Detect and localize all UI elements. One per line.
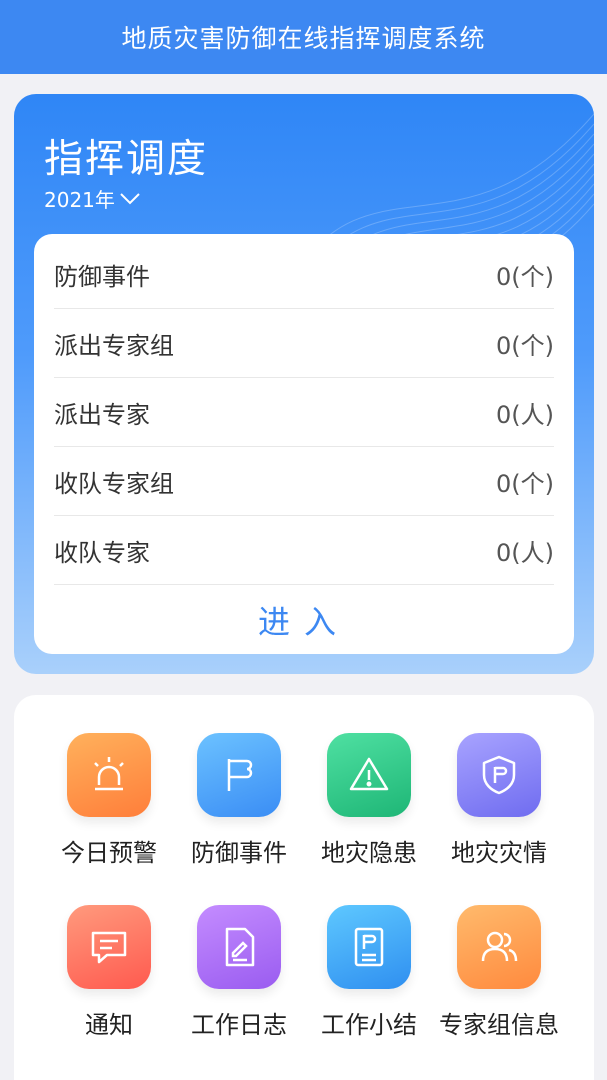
- stat-label: 收队专家组: [54, 469, 174, 498]
- stat-label: 派出专家组: [54, 331, 174, 360]
- stat-label: 防御事件: [54, 262, 150, 291]
- function-menu: 今日预警 防御事件 地灾隐患 地灾灾情 通知 工作日志 工作小结 专家组信息: [14, 695, 594, 1080]
- menu-label: 地灾灾情: [451, 839, 547, 867]
- app-title: 地质灾害防御在线指挥调度系统: [121, 24, 486, 53]
- dispatch-title: 指挥调度: [44, 137, 209, 182]
- stat-row-returned-groups[interactable]: 收队专家组 0(个): [54, 447, 554, 516]
- alarm-light-icon: [94, 757, 124, 791]
- app-header: 地质灾害防御在线指挥调度系统: [0, 0, 607, 74]
- menu-label: 地灾隐患: [321, 839, 417, 867]
- menu-item-hazard-risk[interactable]: 地灾隐患: [304, 733, 434, 873]
- chevron-down-icon: [120, 192, 140, 204]
- stat-row-dispatched-experts[interactable]: 派出专家 0(人): [54, 378, 554, 447]
- message-icon: [91, 931, 127, 964]
- stat-row-defense-events[interactable]: 防御事件 0(个): [54, 240, 554, 309]
- dispatch-card: 指挥调度 2021年 防御事件 0(个) 派出专家组 0(个) 派出专家 0(人…: [14, 94, 594, 674]
- warning-triangle-icon: [349, 757, 389, 791]
- menu-item-work-summary[interactable]: 工作小结: [304, 905, 434, 1045]
- menu-label: 今日预警: [61, 839, 157, 867]
- stat-value: 0(人): [496, 400, 554, 429]
- stat-value: 0(人): [496, 538, 554, 567]
- year-value: 2021年: [44, 188, 115, 212]
- flag-icon: [227, 759, 253, 791]
- year-selector[interactable]: 2021年: [44, 184, 141, 213]
- expert-group-icon: [481, 931, 518, 962]
- menu-label: 通知: [85, 1011, 133, 1039]
- stat-row-returned-experts[interactable]: 收队专家 0(人): [54, 516, 554, 585]
- menu-label: 工作小结: [321, 1011, 417, 1039]
- stat-label: 派出专家: [54, 400, 150, 429]
- menu-item-work-log[interactable]: 工作日志: [174, 905, 304, 1045]
- dispatch-stats-panel: 防御事件 0(个) 派出专家组 0(个) 派出专家 0(人) 收队专家组 0(个…: [34, 234, 574, 654]
- menu-label: 防御事件: [191, 839, 287, 867]
- menu-item-expert-group-info[interactable]: 专家组信息: [434, 905, 564, 1045]
- menu-item-disaster-status[interactable]: 地灾灾情: [434, 733, 564, 873]
- menu-item-defense-events[interactable]: 防御事件: [174, 733, 304, 873]
- menu-label: 专家组信息: [439, 1011, 559, 1039]
- menu-item-notice[interactable]: 通知: [44, 905, 174, 1045]
- stat-value: 0(个): [496, 469, 554, 498]
- menu-label: 工作日志: [191, 1011, 287, 1039]
- edit-document-icon: [225, 927, 255, 967]
- stat-label: 收队专家: [54, 538, 150, 567]
- stat-value: 0(个): [496, 262, 554, 291]
- shield-flag-icon: [482, 755, 516, 795]
- stat-value: 0(个): [496, 331, 554, 360]
- enter-button[interactable]: 进入: [34, 586, 574, 654]
- stat-row-dispatched-groups[interactable]: 派出专家组 0(个): [54, 309, 554, 378]
- summary-document-icon: [354, 927, 384, 967]
- menu-item-today-warning[interactable]: 今日预警: [44, 733, 174, 873]
